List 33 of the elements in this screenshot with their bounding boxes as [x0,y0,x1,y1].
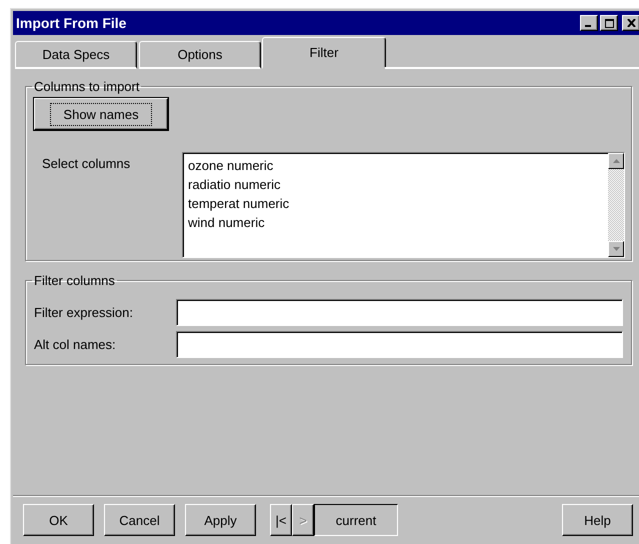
field-label: Select columns [41,155,132,173]
scroll-down-button[interactable] [608,241,624,257]
field-label: Filter expression: [34,305,134,320]
first-button[interactable]: |< [270,504,292,536]
maximize-button[interactable] [600,15,618,31]
down-arrow-icon [612,247,620,251]
scrollbar[interactable] [608,153,624,257]
dialog-button[interactable]: Apply [185,504,256,536]
field-label: Alt col names: [34,337,117,352]
column-list[interactable]: ozone numeric radiatio numeric temperat numeric wind numeric [182,152,625,258]
close-icon [626,19,636,27]
list-item[interactable]: wind numeric [188,213,603,232]
list-item[interactable]: temperat numeric [188,194,603,213]
tab[interactable]: Options [139,41,261,69]
tab[interactable]: Filter [262,37,386,69]
window-title: Import From File [16,15,128,31]
current-indicator: current [314,504,398,536]
show-names-button[interactable]: Show names [34,98,168,130]
dialog-button[interactable]: OK [23,504,94,536]
tab[interactable]: Data Specs [15,41,137,69]
maximize-icon [604,18,614,28]
scroll-up-button[interactable] [608,153,624,169]
dialog-button[interactable]: Cancel [104,504,175,536]
input-field[interactable] [176,331,623,358]
help-button[interactable]: Help [562,504,633,536]
close-button[interactable] [622,15,639,31]
group-title: Filter columns [33,273,116,288]
list-item[interactable]: radiatio numeric [188,175,603,194]
list-item[interactable]: ozone numeric [188,156,603,175]
group-title: Columns to import [33,79,140,94]
minimize-button[interactable] [580,15,598,31]
up-arrow-icon [612,159,620,163]
input-field[interactable] [176,299,623,326]
